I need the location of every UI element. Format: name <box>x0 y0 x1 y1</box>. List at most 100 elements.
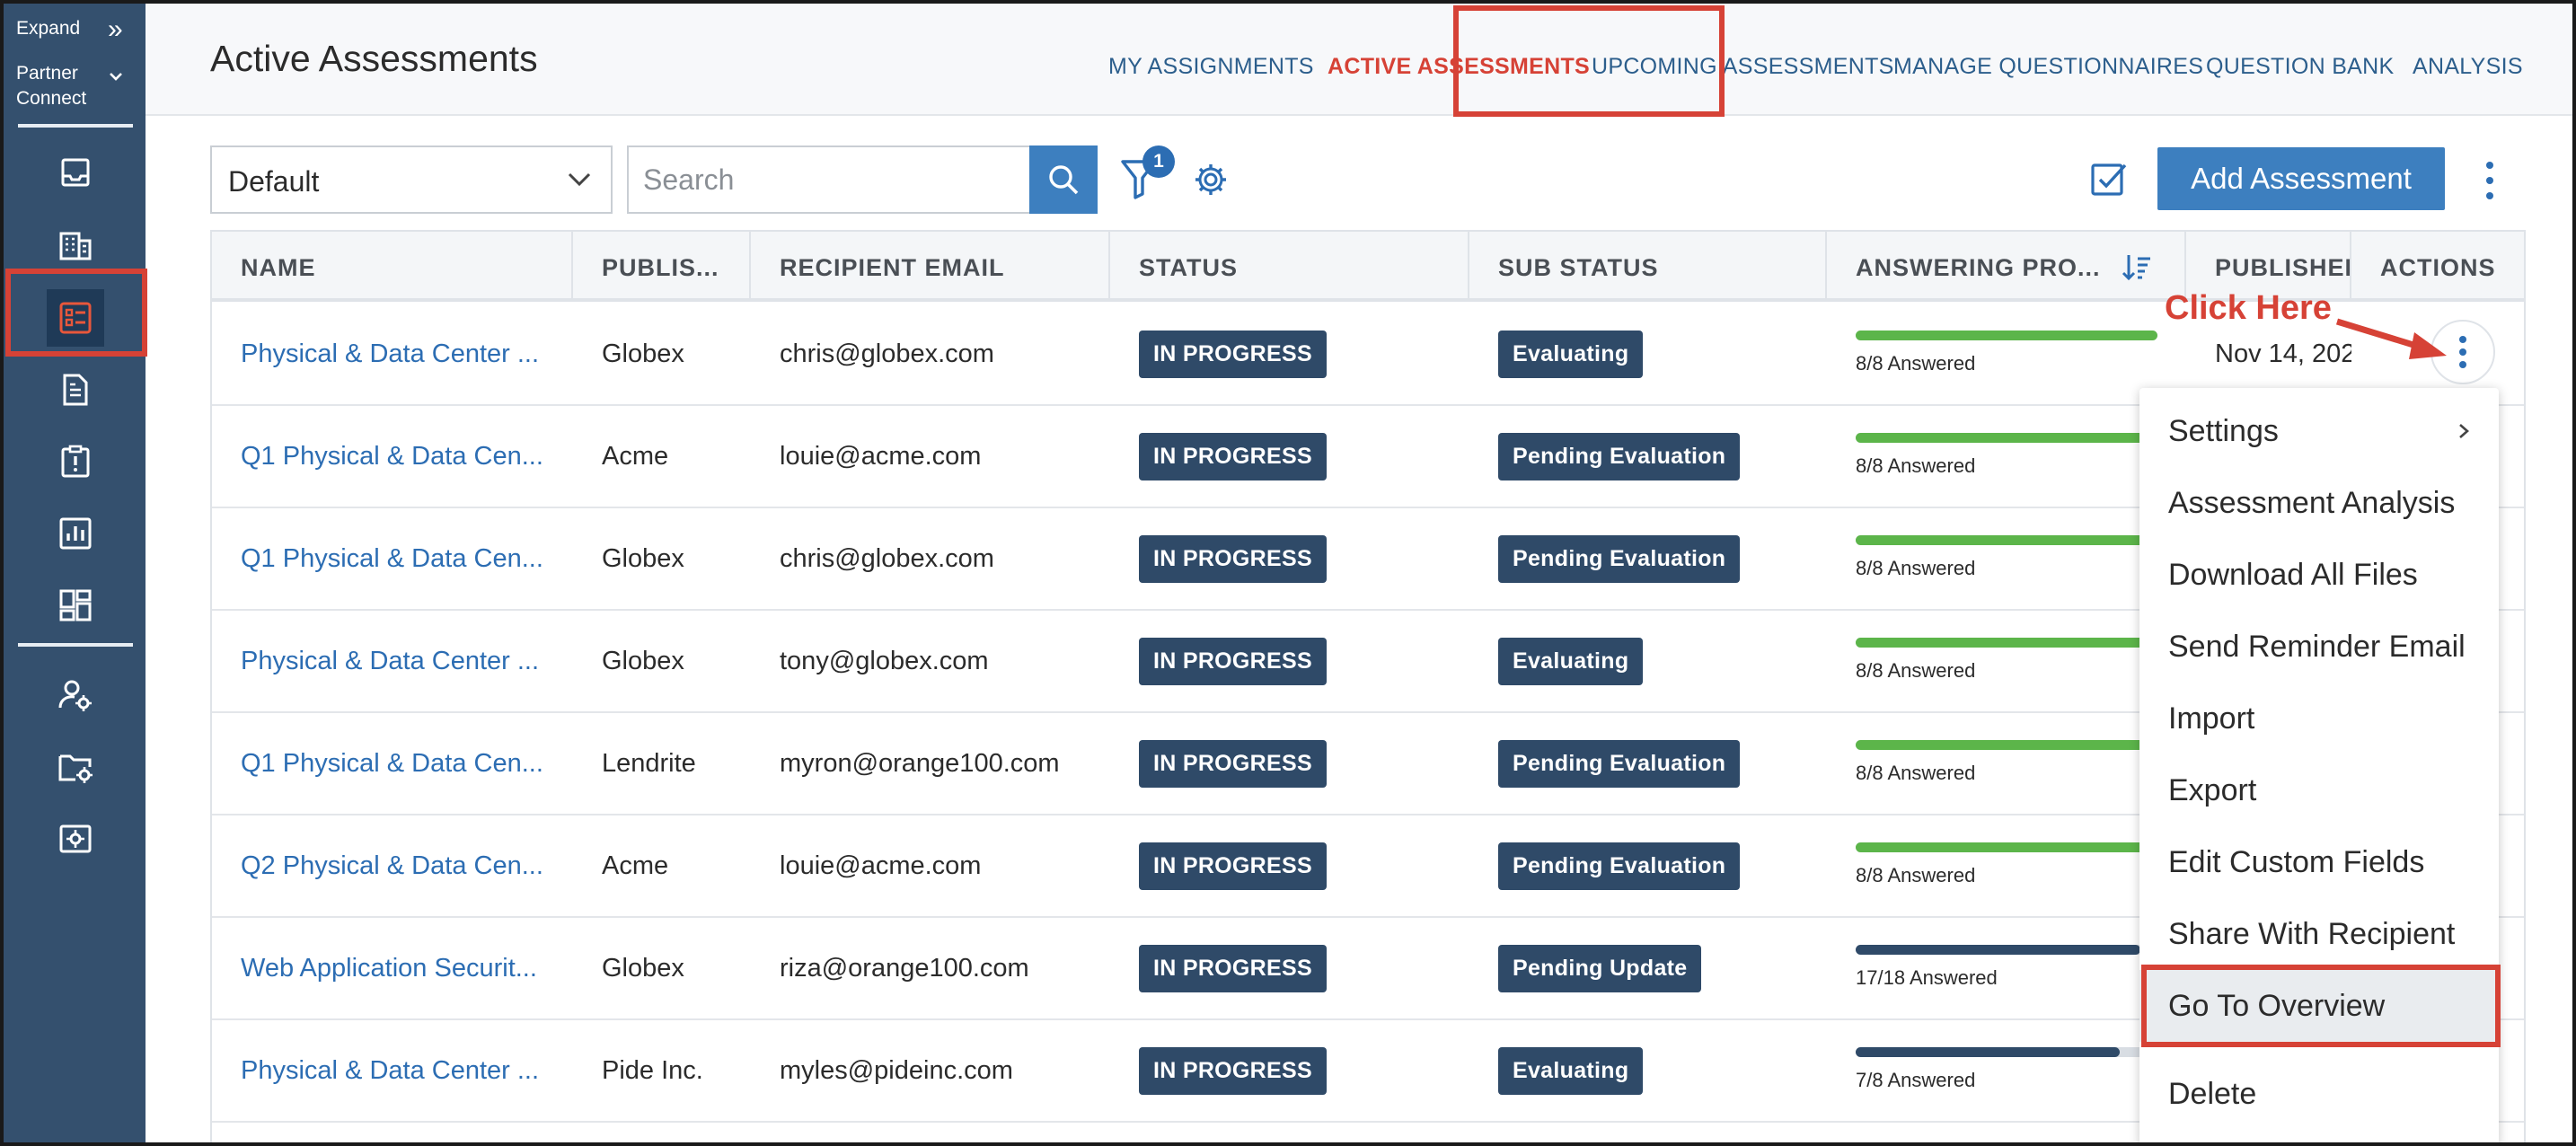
dashboard-icon[interactable] <box>56 586 95 625</box>
sub-status-badge: Pending Evaluation <box>1498 534 1741 583</box>
assessment-name-link[interactable]: Q1 Physical & Data Cen... <box>241 749 543 779</box>
workspace-switcher[interactable]: Partner Connect <box>16 61 86 111</box>
tab-manage-questionnaires[interactable]: MANAGE QUESTIONNAIRES <box>1893 54 2203 80</box>
inbox-icon[interactable] <box>56 153 95 192</box>
column-header-sub-status[interactable]: SUB STATUS <box>1469 232 1827 302</box>
menu-item-edit-custom-fields[interactable]: Edit Custom Fields <box>2139 826 2499 898</box>
publisher-name-cell: Globex <box>573 918 751 1018</box>
publisher-name-cell: Acme <box>573 406 751 507</box>
answered-count: 7/8 Answered <box>1856 1069 1976 1091</box>
column-header-publisher[interactable]: PUBLIS... <box>573 232 751 302</box>
expand-chevrons-icon[interactable]: » <box>108 14 123 45</box>
publisher-name-cell: Globex <box>573 508 751 609</box>
menu-item-delete[interactable]: Delete <box>2139 1058 2499 1130</box>
answered-count: 17/18 Answered <box>1856 966 1998 989</box>
add-assessment-button[interactable]: Add Assessment <box>2157 147 2445 210</box>
user-settings-icon[interactable] <box>56 675 95 715</box>
sidebar-divider <box>18 124 133 128</box>
chevron-down-icon <box>568 172 591 187</box>
assessment-name-link[interactable]: Physical & Data Center ... <box>241 339 539 369</box>
recipient-email: riza@orange100.com <box>780 953 1029 983</box>
recipient-email: myles@pideinc.com <box>780 1055 1013 1085</box>
menu-item-export[interactable]: Export <box>2139 754 2499 826</box>
alert-clipboard-icon[interactable] <box>56 442 95 481</box>
menu-item-assessment-analysis[interactable]: Assessment Analysis <box>2139 467 2499 539</box>
column-header-actions: ACTIONS <box>2380 254 2496 281</box>
publisher-name: Globex <box>602 953 684 983</box>
publisher-name: Lendrite <box>602 748 696 778</box>
recipient-email-cell: chris@globex.com <box>751 304 1110 404</box>
assessment-name-link-cell: Web Application Securit... <box>212 918 573 1018</box>
column-header-name[interactable]: NAME <box>212 232 573 302</box>
menu-item-send-reminder-email[interactable]: Send Reminder Email <box>2139 611 2499 683</box>
assessment-name-link[interactable]: Q2 Physical & Data Cen... <box>241 851 543 881</box>
recipient-email: louie@acme.com <box>780 851 982 880</box>
checkbox-select-icon[interactable] <box>2089 160 2129 199</box>
assessment-name-link-cell: Q1 Physical & Data Cen... <box>212 508 573 609</box>
gear-icon[interactable] <box>1193 162 1229 198</box>
column-header-recipient-email[interactable]: RECIPIENT EMAIL <box>751 232 1110 302</box>
assessment-name-link[interactable]: Physical & Data Center ... <box>241 1056 539 1086</box>
sort-descending-icon[interactable] <box>2122 253 2152 282</box>
recipient-email-cell: tony@globex.com <box>751 611 1110 711</box>
recipient-email: tony@globex.com <box>780 646 989 675</box>
view-select[interactable]: Default <box>210 145 613 214</box>
tab-my-assignments[interactable]: MY ASSIGNMENTS <box>1108 54 1314 80</box>
recipient-email-cell: louie@acme.com <box>751 406 1110 507</box>
tab-question-bank[interactable]: QUESTION BANK <box>2206 54 2395 80</box>
answered-count: 8/8 Answered <box>1856 557 1976 579</box>
more-options-icon[interactable] <box>2481 158 2499 203</box>
answered-count: 8/8 Answered <box>1856 352 1976 375</box>
page-title: Active Assessments <box>210 38 538 79</box>
building-icon[interactable] <box>56 225 95 264</box>
tab-analysis[interactable]: ANALYSIS <box>2413 54 2523 80</box>
progress-bar-track <box>1856 740 2157 750</box>
publisher-name: Globex <box>602 339 684 368</box>
assessment-name-link[interactable]: Web Application Securit... <box>241 954 537 983</box>
status-badge-cell: IN PROGRESS <box>1110 713 1469 814</box>
document-icon[interactable] <box>56 370 95 410</box>
progress-bar-fill <box>1856 638 2157 648</box>
progress-bar-track <box>1856 535 2157 545</box>
sub-status-badge: Pending Evaluation <box>1498 842 1741 890</box>
admin-settings-icon[interactable] <box>56 819 95 859</box>
sub-status-badge-cell: Pending Evaluation <box>1469 508 1827 609</box>
sub-status-badge: Evaluating <box>1498 637 1644 685</box>
assessment-name-link-cell: Q1 Physical & Data Cen... <box>212 406 573 507</box>
recipient-email-cell: myles@pideinc.com <box>751 1020 1110 1121</box>
search-button[interactable] <box>1029 145 1098 214</box>
sub-status-badge-cell: Pending Evaluation <box>1469 815 1827 916</box>
expand-label[interactable]: Expand <box>16 18 80 40</box>
recipient-email: louie@acme.com <box>780 441 982 471</box>
sub-status-badge-cell: Pending Update <box>1469 918 1827 1018</box>
search-field[interactable] <box>627 145 1031 214</box>
answered-count: 8/8 Answered <box>1856 454 1976 477</box>
sub-status-badge: Pending Evaluation <box>1498 739 1741 788</box>
assessment-name-link[interactable]: Q1 Physical & Data Cen... <box>241 544 543 574</box>
publisher-name: Pide Inc. <box>602 1055 703 1085</box>
menu-item-import[interactable]: Import <box>2139 683 2499 754</box>
status-badge-cell: IN PROGRESS <box>1110 508 1469 609</box>
menu-item-share-with-recipient[interactable]: Share With Recipient <box>2139 898 2499 970</box>
report-chart-icon[interactable] <box>56 514 95 553</box>
status-badge-cell: IN PROGRESS <box>1110 1020 1469 1121</box>
tab-annotation-box <box>1453 5 1725 117</box>
status-badge: IN PROGRESS <box>1139 1046 1327 1095</box>
assessment-name-link[interactable]: Q1 Physical & Data Cen... <box>241 442 543 472</box>
chevron-down-icon[interactable] <box>108 68 124 84</box>
assessment-name-link[interactable]: Physical & Data Center ... <box>241 647 539 676</box>
answered-count: 8/8 Answered <box>1856 659 1976 682</box>
workspace-name-line1: Partner <box>16 63 78 84</box>
column-header-status[interactable]: STATUS <box>1110 232 1469 302</box>
menu-item-settings[interactable]: Settings <box>2139 395 2499 467</box>
search-input[interactable] <box>629 147 1031 212</box>
folder-settings-icon[interactable] <box>56 747 95 787</box>
recipient-email: chris@globex.com <box>780 339 994 368</box>
menu-item-download-all-files[interactable]: Download All Files <box>2139 539 2499 611</box>
sub-status-badge-cell: Evaluating <box>1469 304 1827 404</box>
recipient-email: myron@orange100.com <box>780 748 1060 778</box>
publisher-name-cell: Pide Inc. <box>573 1020 751 1121</box>
progress-bar-track <box>1856 433 2157 443</box>
page-header: Active Assessments MY ASSIGNMENTS ACTIVE… <box>146 4 2572 117</box>
status-badge: IN PROGRESS <box>1139 842 1327 890</box>
